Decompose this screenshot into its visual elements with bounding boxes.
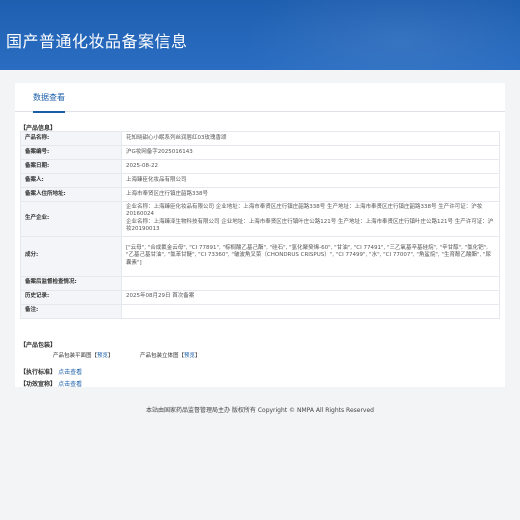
table-row: 备案人: 上海臻臣化妆品有限公司 xyxy=(20,173,500,188)
row-value: 上海臻臣化妆品有限公司 xyxy=(121,173,500,188)
table-row: 备注: xyxy=(20,303,500,319)
page-title: 国产普通化妆品备案信息 xyxy=(6,32,188,51)
row-value: 企业名称：上海臻臣化妆品有限公司 企业地址：上海市奉贤区庄行镇庄韶路338号 生… xyxy=(121,201,500,237)
package-3d-item: 产品包装立体图【预览】 xyxy=(140,353,201,359)
row-value xyxy=(121,303,500,319)
row-label: 成分: xyxy=(20,235,122,277)
packaging-heading: 【产品包装】 xyxy=(20,342,57,349)
row-value: 2025年08月29日 首次备案 xyxy=(121,289,500,305)
row-value: 花知晓甜心小眠系列丝润唇红03玫瑰香颂 xyxy=(121,131,500,146)
row-label: 产品名称: xyxy=(20,131,122,146)
row-label: 备案人住所地址: xyxy=(20,187,122,202)
table-row: 备案后监督检查情况: xyxy=(20,275,500,291)
standard-view-link[interactable]: 点击查看 xyxy=(58,369,82,376)
tab-bar: 数据查看 xyxy=(15,83,505,113)
content-card: 数据查看 【产品信息】 产品名称: 花知晓甜心小眠系列丝润唇红03玫瑰香颂 备案… xyxy=(15,83,505,387)
packaging-heading-text: 产品包装 xyxy=(26,342,51,349)
package-flat-item: 产品包装平面图【预览】 xyxy=(53,353,114,359)
row-value: ["云母", "合成氟金云母", "CI 77891", "棕榈酸乙基己酯", … xyxy=(121,235,500,277)
package-flat-preview-link[interactable]: 预览 xyxy=(97,353,108,359)
product-info-table: 产品名称: 花知晓甜心小眠系列丝润唇红03玫瑰香颂 备案编号: 沪G妆网备字20… xyxy=(20,131,500,319)
header-banner: 国产普通化妆品备案信息 xyxy=(0,0,520,70)
row-label: 备案人: xyxy=(20,173,122,188)
package-3d-preview-link[interactable]: 预览 xyxy=(184,353,195,359)
table-row: 成分: ["云母", "合成氟金云母", "CI 77891", "棕榈酸乙基己… xyxy=(20,235,500,277)
row-label: 备案后监督检查情况: xyxy=(20,275,122,291)
table-row: 产品名称: 花知晓甜心小眠系列丝润唇红03玫瑰香颂 xyxy=(20,131,500,146)
row-value: 2025-08-22 xyxy=(121,159,500,174)
standard-heading: 执行标准 xyxy=(26,369,51,376)
row-value: 沪G妆网备字2025016143 xyxy=(121,145,500,160)
row-value: 上海市奉贤区庄行镇庄韶路338号 xyxy=(121,187,500,202)
footer-copyright: 本站由国家药品监督管理局主办 版权所有 Copyright © NMPA All… xyxy=(146,407,374,414)
table-row: 生产企业: 企业名称：上海臻臣化妆品有限公司 企业地址：上海市奉贤区庄行镇庄韶路… xyxy=(20,201,500,237)
standard-row: 【执行标准】 点击查看 xyxy=(20,369,83,376)
row-label: 生产企业: xyxy=(20,201,122,237)
table-row: 备案日期: 2025-08-22 xyxy=(20,159,500,174)
row-label: 历史记录: xyxy=(20,289,122,305)
efficacy-view-link[interactable]: 点击查看 xyxy=(58,381,82,388)
tab-data-view[interactable]: 数据查看 xyxy=(33,92,65,113)
table-row: 备案编号: 沪G妆网备字2025016143 xyxy=(20,145,500,160)
row-label: 备案编号: xyxy=(20,145,122,160)
row-value xyxy=(121,275,500,291)
row-label: 备注: xyxy=(20,303,122,319)
efficacy-heading: 功效宣称 xyxy=(26,381,51,388)
table-row: 历史记录: 2025年08月29日 首次备案 xyxy=(20,289,500,305)
row-label: 备案日期: xyxy=(20,159,122,174)
package-3d-label: 产品包装立体图 xyxy=(140,353,179,359)
efficacy-row: 【功效宣称】 点击查看 xyxy=(20,381,83,388)
table-row: 备案人住所地址: 上海市奉贤区庄行镇庄韶路338号 xyxy=(20,187,500,202)
package-flat-label: 产品包装平面图 xyxy=(53,353,92,359)
